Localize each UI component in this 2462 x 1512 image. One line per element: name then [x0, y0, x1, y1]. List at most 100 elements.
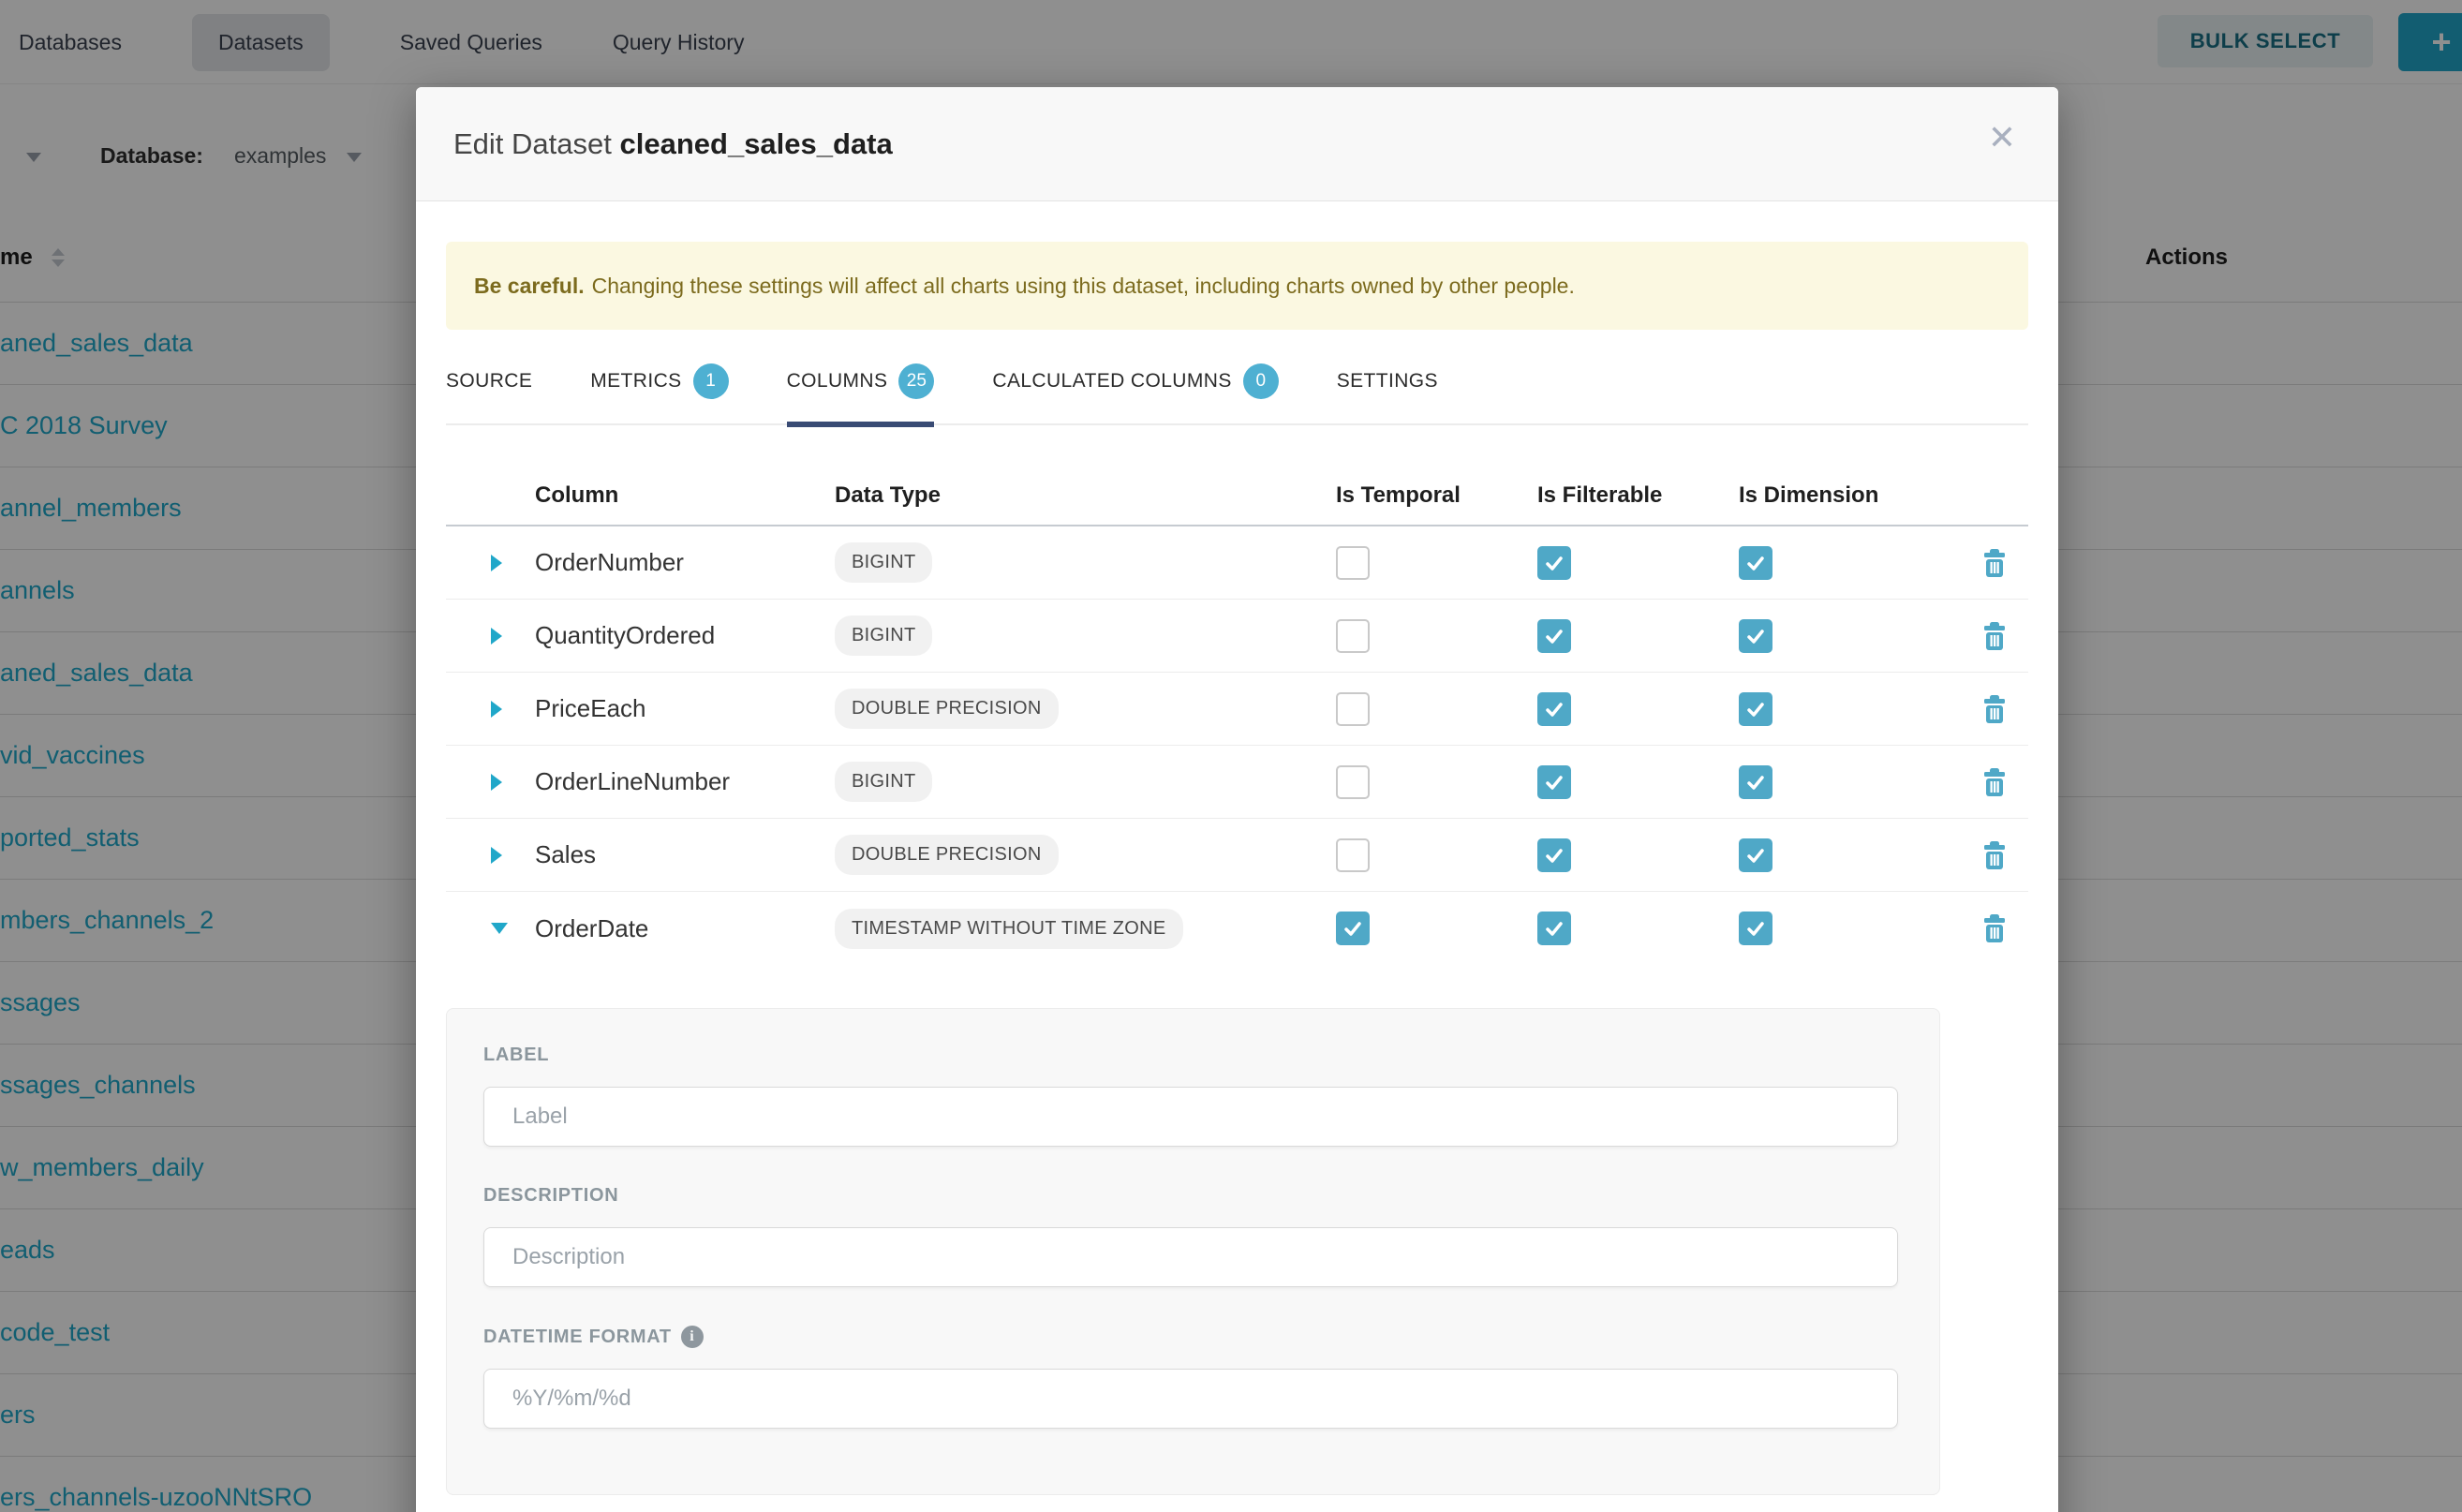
modal-body: Be careful. Changing these settings will…	[416, 242, 2058, 1495]
data-type-pill: BIGINT	[835, 542, 932, 583]
expand-caret-icon[interactable]	[491, 701, 502, 718]
description-input[interactable]	[483, 1227, 1898, 1287]
is-dimension-checkbox[interactable]	[1739, 546, 1772, 580]
tab-calculated-columns[interactable]: CALCULATED COLUMNS 0	[992, 363, 1278, 427]
tab-columns[interactable]: COLUMNS 25	[787, 363, 935, 427]
is-dimension-header: Is Dimension	[1739, 482, 1964, 509]
is-filterable-checkbox[interactable]	[1537, 765, 1571, 799]
is-filterable-checkbox[interactable]	[1537, 692, 1571, 726]
column-name: OrderNumber	[535, 548, 835, 577]
label-input[interactable]	[483, 1087, 1898, 1147]
column-name: OrderDate	[535, 914, 835, 943]
data-type-pill: BIGINT	[835, 615, 932, 656]
delete-column-button[interactable]	[1982, 768, 2007, 796]
is-temporal-checkbox[interactable]	[1336, 838, 1370, 872]
data-type-cell: DOUBLE PRECISION	[835, 835, 1336, 875]
trash-icon	[1982, 695, 2007, 723]
delete-column-button[interactable]	[1982, 695, 2007, 723]
tab-count-badge: 25	[898, 363, 934, 399]
is-temporal-header: Is Temporal	[1336, 482, 1537, 509]
data-type-pill: TIMESTAMP WITHOUT TIME ZONE	[835, 909, 1183, 949]
description-field-group: DESCRIPTION	[483, 1185, 1898, 1287]
is-dimension-checkbox-cell	[1739, 838, 1964, 872]
delete-column-button[interactable]	[1982, 914, 2007, 942]
columns-table-rows: OrderNumberBIGINTQuantityOrderedBIGINTPr…	[446, 526, 2028, 965]
is-dimension-checkbox-cell	[1739, 912, 1964, 945]
description-field-label: DESCRIPTION	[483, 1185, 1898, 1207]
data-type-cell: DOUBLE PRECISION	[835, 689, 1336, 729]
warning-text: Changing these settings will affect all …	[592, 274, 1575, 299]
datetime-format-field-group: DATETIME FORMAT i	[483, 1326, 1898, 1429]
is-temporal-checkbox[interactable]	[1336, 912, 1370, 945]
tab-label: CALCULATED COLUMNS	[992, 370, 1231, 393]
modal-tabs: SOURCE METRICS1 COLUMNS 25 CALCULATED COLUMN…	[446, 363, 2028, 425]
column-name: PriceEach	[535, 694, 835, 723]
close-icon[interactable]: ✕	[1988, 121, 2016, 155]
tab-settings[interactable]: SETTINGS	[1337, 363, 1438, 427]
is-temporal-checkbox[interactable]	[1336, 692, 1370, 726]
column-row: OrderDateTIMESTAMP WITHOUT TIME ZONE	[446, 892, 2028, 965]
column-detail-panel: LABEL DESCRIPTION DATETIME FORMAT i	[446, 1008, 1940, 1495]
is-temporal-checkbox-cell	[1336, 765, 1537, 799]
column-row: SalesDOUBLE PRECISION	[446, 819, 2028, 892]
data-type-cell: TIMESTAMP WITHOUT TIME ZONE	[835, 909, 1336, 949]
delete-column-button[interactable]	[1982, 622, 2007, 650]
trash-icon	[1982, 841, 2007, 869]
label-field-group: LABEL	[483, 1045, 1898, 1147]
is-filterable-checkbox-cell	[1537, 838, 1739, 872]
modal-header: Edit Dataset cleaned_sales_data ✕	[416, 87, 2058, 201]
is-dimension-checkbox-cell	[1739, 546, 1964, 580]
data-type-pill: DOUBLE PRECISION	[835, 689, 1059, 729]
edit-dataset-modal: Edit Dataset cleaned_sales_data ✕ Be car…	[416, 87, 2058, 1512]
is-filterable-checkbox-cell	[1537, 619, 1739, 653]
is-dimension-checkbox[interactable]	[1739, 765, 1772, 799]
tab-count-badge: 0	[1243, 363, 1279, 399]
is-dimension-checkbox[interactable]	[1739, 838, 1772, 872]
is-filterable-checkbox-cell	[1537, 765, 1739, 799]
expand-caret-icon[interactable]	[491, 628, 502, 645]
data-type-cell: BIGINT	[835, 615, 1336, 656]
delete-column-button[interactable]	[1982, 841, 2007, 869]
is-temporal-checkbox[interactable]	[1336, 765, 1370, 799]
is-dimension-checkbox[interactable]	[1739, 692, 1772, 726]
collapse-caret-icon[interactable]	[491, 923, 508, 934]
expand-caret-icon[interactable]	[491, 847, 502, 864]
data-type-pill: DOUBLE PRECISION	[835, 835, 1059, 875]
column-row: OrderLineNumberBIGINT	[446, 746, 2028, 819]
datetime-format-input[interactable]	[483, 1369, 1898, 1429]
tab-label: COLUMNS	[787, 370, 888, 393]
is-filterable-checkbox[interactable]	[1537, 912, 1571, 945]
expand-caret-icon[interactable]	[491, 555, 502, 571]
modal-title: Edit Dataset cleaned_sales_data	[453, 127, 893, 161]
is-dimension-checkbox[interactable]	[1739, 912, 1772, 945]
tab-label: SETTINGS	[1337, 370, 1438, 393]
row-actions-cell	[1964, 768, 2028, 796]
is-filterable-checkbox[interactable]	[1537, 619, 1571, 653]
datetime-format-label: DATETIME FORMAT	[483, 1327, 672, 1348]
expand-caret-icon[interactable]	[491, 774, 502, 791]
columns-table: Column Data Type Is Temporal Is Filterab…	[446, 467, 2028, 965]
tab-metrics[interactable]: METRICS1	[590, 363, 728, 427]
column-header: Column	[535, 482, 835, 509]
is-filterable-checkbox-cell	[1537, 546, 1739, 580]
tab-source[interactable]: SOURCE	[446, 363, 532, 427]
is-filterable-checkbox[interactable]	[1537, 546, 1571, 580]
delete-column-button[interactable]	[1982, 549, 2007, 577]
is-temporal-checkbox-cell	[1336, 546, 1537, 580]
columns-table-header: Column Data Type Is Temporal Is Filterab…	[446, 467, 2028, 526]
modal-title-prefix: Edit Dataset	[453, 127, 612, 160]
tab-label: SOURCE	[446, 370, 532, 393]
tab-count-badge: 1	[693, 363, 729, 399]
is-filterable-checkbox[interactable]	[1537, 838, 1571, 872]
is-temporal-checkbox[interactable]	[1336, 619, 1370, 653]
info-icon[interactable]: i	[681, 1326, 704, 1348]
row-actions-cell	[1964, 622, 2028, 650]
is-filterable-checkbox-cell	[1537, 912, 1739, 945]
column-name: QuantityOrdered	[535, 621, 835, 650]
is-temporal-checkbox-cell	[1336, 838, 1537, 872]
is-temporal-checkbox[interactable]	[1336, 546, 1370, 580]
data-type-header: Data Type	[835, 482, 1336, 509]
column-name: OrderLineNumber	[535, 767, 835, 796]
warning-bold: Be careful.	[474, 274, 585, 299]
is-dimension-checkbox[interactable]	[1739, 619, 1772, 653]
